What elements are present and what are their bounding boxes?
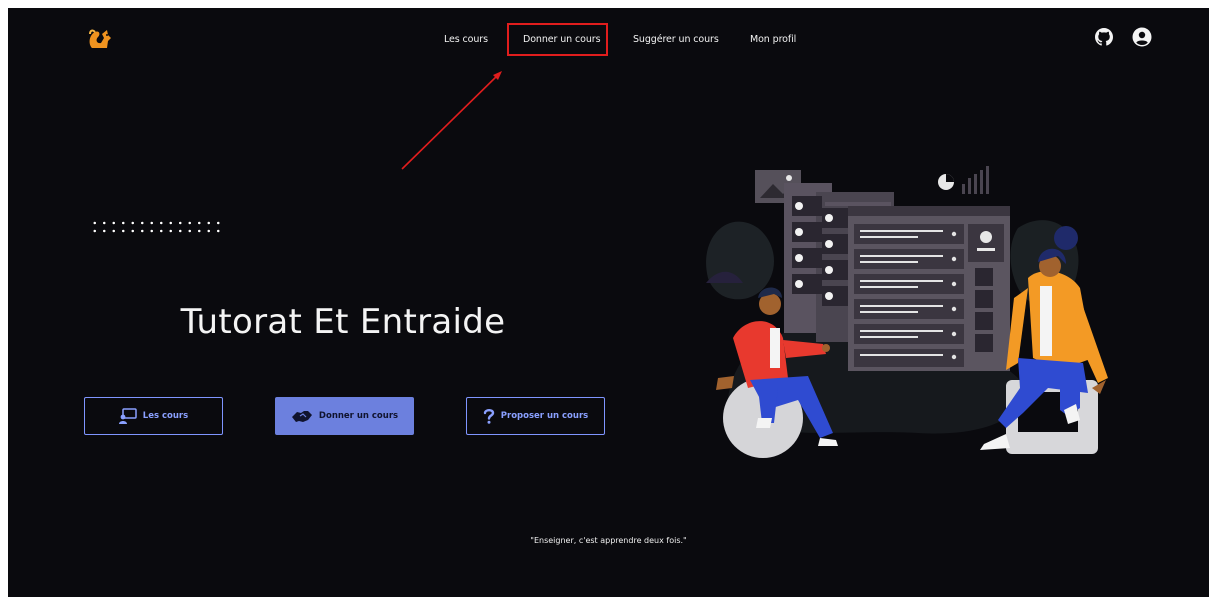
proposer-un-cours-button-label: Proposer un cours bbox=[500, 411, 589, 421]
app-frame: Les cours Donner un cours Suggérer un co… bbox=[8, 8, 1209, 597]
donner-un-cours-button[interactable]: Donner un cours bbox=[275, 397, 414, 435]
handshake-icon bbox=[291, 411, 312, 422]
les-cours-button-label: Les cours bbox=[142, 411, 189, 421]
annotation-arrow bbox=[401, 71, 502, 170]
nav-link-suggerer-un-cours[interactable]: Suggérer un cours bbox=[633, 34, 719, 45]
user-circle-icon[interactable] bbox=[1132, 27, 1152, 47]
les-cours-button[interactable]: Les cours bbox=[84, 397, 223, 435]
nav-link-mon-profil[interactable]: Mon profil bbox=[750, 34, 796, 45]
hero-title: Tutorat Et Entraide bbox=[180, 302, 506, 342]
hero-quote: "Enseigner, c'est apprendre deux fois." bbox=[530, 536, 687, 545]
donner-un-cours-button-label: Donner un cours bbox=[318, 411, 399, 421]
github-icon[interactable] bbox=[1095, 28, 1113, 46]
top-navigation: Les cours Donner un cours Suggérer un co… bbox=[8, 34, 1209, 54]
nav-link-les-cours[interactable]: Les cours bbox=[444, 34, 488, 45]
proposer-un-cours-button[interactable]: Proposer un cours bbox=[466, 397, 605, 435]
hero-illustration bbox=[706, 166, 1108, 458]
annotation-highlight-box bbox=[507, 23, 608, 56]
question-mark-icon bbox=[483, 408, 494, 424]
decorative-dots bbox=[90, 219, 220, 235]
teacher-board-icon bbox=[118, 408, 137, 424]
